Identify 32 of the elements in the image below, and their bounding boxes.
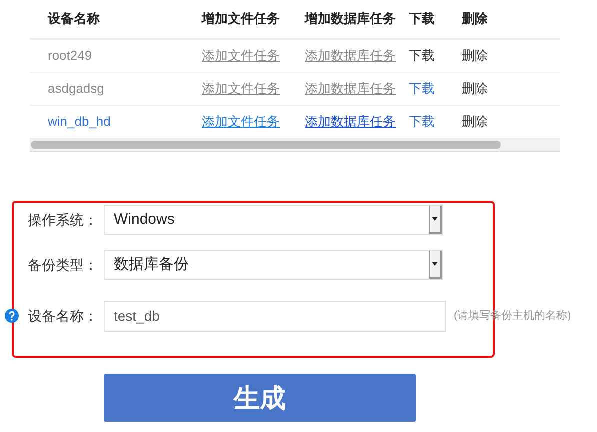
column-header: 下载 [409, 11, 435, 26]
add-file-task-link[interactable]: 添加文件任务 [202, 48, 280, 64]
add-file-task-link[interactable]: 添加文件任务 [202, 114, 280, 130]
help-icon[interactable] [5, 309, 19, 323]
download-link[interactable]: 下载 [409, 114, 435, 130]
horizontal-scrollbar[interactable] [30, 139, 560, 152]
scrollbar-thumb[interactable] [31, 141, 501, 149]
dropdown[interactable]: 数据库备份 [104, 250, 443, 280]
download-link[interactable]: 下载 [409, 81, 435, 96]
device-name: root249 [48, 48, 92, 64]
column-header: 设备名称 [48, 11, 100, 26]
caret-icon [432, 217, 438, 221]
generate-button[interactable]: 生成 [104, 374, 416, 422]
caret-icon [432, 262, 438, 266]
delete-link[interactable]: 删除 [462, 48, 488, 64]
field-label: 备份类型： [28, 256, 99, 274]
add-file-task-link[interactable]: 添加文件任务 [202, 81, 280, 96]
add-db-task-link[interactable]: 添加数据库任务 [305, 48, 396, 64]
column-header: 增加数据库任务 [305, 11, 396, 26]
add-db-task-link[interactable]: 添加数据库任务 [305, 114, 396, 130]
download-link[interactable]: 下载 [409, 48, 435, 64]
dropdown[interactable]: Windows [104, 205, 443, 235]
device-name: asdgadsg [48, 81, 104, 96]
column-header: 删除 [462, 11, 488, 26]
column-header: 增加文件任务 [202, 11, 280, 26]
field-label: 操作系统： [28, 210, 99, 230]
add-db-task-link[interactable]: 添加数据库任务 [305, 81, 396, 96]
delete-link[interactable]: 删除 [462, 114, 488, 130]
input-field[interactable]: test_db [104, 300, 446, 332]
field-label: 设备名称： [28, 306, 99, 326]
device-name: win_db_hd [48, 114, 111, 130]
delete-link[interactable]: 删除 [462, 81, 488, 96]
